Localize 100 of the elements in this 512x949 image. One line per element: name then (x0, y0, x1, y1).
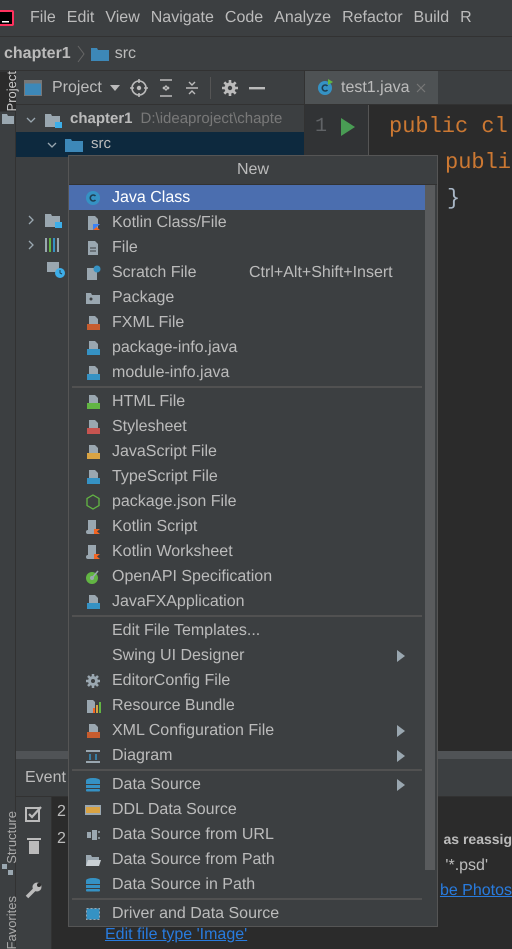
menu-item[interactable]: Kotlin Class/File (69, 210, 425, 235)
menu-item[interactable]: Navigate (150, 6, 214, 30)
checkbox-icon[interactable] (24, 805, 42, 823)
tree-row[interactable]: chapter1 D:\ideaproject\chapte (16, 107, 304, 132)
java-file-icon (85, 364, 101, 380)
kotlin-script-icon (85, 544, 101, 560)
hexagon-icon (85, 494, 101, 510)
menu-item[interactable]: Data Source in Path (69, 872, 425, 897)
menu-item[interactable]: OpenAPI Specification (69, 564, 425, 589)
window-icon (24, 80, 42, 96)
submenu-arrow-icon (397, 650, 405, 662)
breadcrumb[interactable]: chapter1 (4, 42, 71, 66)
scrollbar-thumb[interactable] (425, 185, 435, 870)
menu-item[interactable]: package.json File (69, 489, 425, 514)
menu-item[interactable]: module-info.java (69, 360, 425, 385)
module-folder-icon (44, 212, 62, 228)
menu-item[interactable]: Data Source from Path (69, 847, 425, 872)
wrench-icon[interactable] (24, 881, 42, 899)
html-file-icon (85, 394, 101, 410)
openapi-icon (85, 568, 101, 584)
css-file-icon (85, 418, 101, 434)
menu-item[interactable]: Driver and Data Source (69, 901, 425, 926)
menu-item[interactable]: Code (224, 6, 264, 30)
event-time: 2 (57, 802, 66, 822)
event-link[interactable]: Edit file type 'Image' (105, 923, 248, 947)
minimize-icon[interactable] (248, 86, 265, 90)
menu-item[interactable]: DDL Data Source (69, 797, 425, 822)
menu-item[interactable]: Kotlin Worksheet (69, 539, 425, 564)
menu-item[interactable]: JavaScript File (69, 439, 425, 464)
menu-item[interactable]: Swing UI Designer (69, 643, 425, 668)
project-view-dropdown[interactable]: Project (52, 76, 120, 100)
menu-item[interactable]: EditorConfig File (69, 668, 425, 693)
menu-item[interactable]: HTML File (69, 389, 425, 414)
menu-item[interactable]: Package (69, 285, 425, 310)
file-icon (85, 240, 101, 256)
database-icon (85, 776, 101, 792)
library-icon (44, 236, 62, 252)
popup-title: New (236, 160, 269, 180)
menu-item[interactable]: Edit File Templates... (69, 618, 425, 643)
side-tab[interactable]: Favorites (0, 896, 16, 949)
target-icon[interactable] (130, 78, 148, 96)
class-icon (317, 79, 334, 96)
database-icon (85, 876, 101, 892)
menu-item[interactable]: File (30, 6, 56, 30)
menu-item[interactable]: XML Configuration File (69, 718, 425, 743)
module-path: D:\ideaproject\chapte (140, 109, 282, 130)
menu-item[interactable]: Scratch File Ctrl+Alt+Shift+Insert (69, 260, 425, 285)
side-tab[interactable]: Structure (0, 810, 16, 864)
folder-icon (65, 138, 83, 152)
menu-item[interactable]: Stylesheet (69, 414, 425, 439)
menu-item[interactable]: Data Source (69, 772, 425, 797)
code-line: publi (444, 149, 512, 177)
event-message: '*.psd' (445, 856, 488, 876)
tool-window-title[interactable]: Event (25, 766, 66, 790)
settings-icon (85, 672, 101, 688)
event-message: as reassig (444, 830, 512, 849)
trash-icon[interactable] (26, 837, 40, 855)
menu-item[interactable]: View (105, 6, 140, 30)
menu-item[interactable]: Build (414, 6, 450, 30)
folder-icon (2, 113, 14, 126)
submenu-arrow-icon (397, 778, 405, 790)
collapse-all-icon[interactable] (184, 78, 200, 96)
menu-item[interactable]: JavaFXApplication (69, 589, 425, 614)
diagram-icon (85, 748, 101, 764)
kotlin-file-icon (85, 214, 101, 230)
menu-item[interactable]: Diagram (69, 743, 425, 768)
chevron-down-icon[interactable] (26, 114, 36, 124)
menu-item[interactable]: Java Class (69, 185, 425, 210)
java-file-icon (85, 594, 101, 610)
settings-icon[interactable] (220, 78, 239, 96)
menu-item[interactable]: Refactor (342, 6, 403, 30)
editor-tab[interactable]: test1.java (305, 71, 438, 104)
scratch-file-icon (85, 264, 101, 280)
chevron-right-icon[interactable] (26, 214, 36, 224)
code-line: } (446, 185, 462, 213)
run-icon[interactable] (341, 118, 356, 136)
menu-item[interactable]: Kotlin Script (69, 514, 425, 539)
breadcrumb-separator-icon (76, 44, 85, 62)
event-link[interactable]: be Photos (440, 878, 512, 902)
menu-item[interactable]: R (460, 6, 472, 30)
menu-item[interactable]: Resource Bundle (69, 693, 425, 718)
tree-row[interactable]: src (16, 132, 304, 157)
menu-item[interactable]: package-info.java (69, 335, 425, 360)
chevron-right-icon[interactable] (26, 240, 36, 250)
breadcrumb[interactable]: src (114, 42, 136, 66)
scratches-icon (46, 260, 66, 278)
menu-item[interactable]: File (69, 235, 425, 260)
menu-item[interactable]: TypeScript File (69, 464, 425, 489)
module-folder-icon (44, 112, 62, 128)
menu-item[interactable]: Analyze (274, 6, 332, 30)
menu-item[interactable]: Data Source from URL (69, 822, 425, 847)
folder-icon (90, 46, 109, 60)
java-file-icon (85, 340, 101, 356)
menu-item[interactable]: Edit (66, 6, 94, 30)
expand-all-icon[interactable] (158, 78, 174, 96)
menu-item[interactable]: FXML File (69, 310, 425, 335)
class-icon (85, 190, 101, 206)
app-logo-icon[interactable] (0, 8, 16, 28)
chevron-down-icon[interactable] (47, 140, 57, 150)
xml-file-icon (85, 314, 101, 330)
